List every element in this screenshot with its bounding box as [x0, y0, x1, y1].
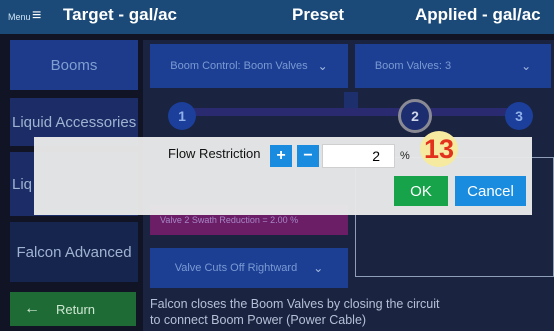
ok-button[interactable]: OK [394, 176, 448, 206]
step-3[interactable]: 3 [505, 102, 533, 130]
return-button[interactable]: ← Return [10, 292, 136, 326]
return-label: Return [56, 301, 96, 317]
flow-restriction-input[interactable] [322, 144, 395, 168]
increment-button[interactable]: + [270, 145, 292, 167]
chevron-down-icon: ⌄ [313, 261, 324, 275]
boom-valves-value: Boom Valves: 3 [374, 60, 452, 72]
sidebar-item-booms[interactable]: Booms [10, 40, 138, 90]
description-text: Falcon closes the Boom Valves by closing… [150, 297, 440, 327]
step-track [170, 108, 530, 116]
chevron-down-icon: ⌄ [317, 59, 328, 73]
hamburger-icon[interactable]: ≡ [32, 7, 41, 25]
flow-restriction-label: Flow Restriction [168, 146, 261, 161]
arrow-left-icon: ← [24, 300, 40, 317]
menu-label[interactable]: Menu [8, 12, 31, 22]
sidebar-item-falcon-advanced[interactable]: Falcon Advanced [10, 222, 138, 282]
decrement-button[interactable]: − [297, 145, 319, 167]
boom-valves-dropdown[interactable]: Boom Valves: 3 ⌄ [355, 44, 551, 88]
applied-title: Applied - gal/ac [415, 5, 541, 24]
step-2-selected[interactable]: 2 [398, 99, 432, 133]
percent-unit: % [400, 150, 410, 162]
target-title: Target - gal/ac [63, 5, 177, 24]
step-1[interactable]: 1 [168, 102, 196, 130]
step-number-badge: 13 [420, 131, 458, 167]
chevron-down-icon: ⌄ [521, 59, 532, 73]
valve-cuts-dropdown[interactable]: Valve Cuts Off Rightward ⌄ [150, 248, 348, 288]
preset-title: Preset [292, 5, 344, 24]
boom-control-value: Boom Control: Boom Valves [170, 60, 308, 72]
cancel-button[interactable]: Cancel [455, 176, 526, 206]
valve-cuts-value: Valve Cuts Off Rightward [174, 262, 298, 274]
boom-control-dropdown[interactable]: Boom Control: Boom Valves ⌄ [150, 44, 348, 88]
